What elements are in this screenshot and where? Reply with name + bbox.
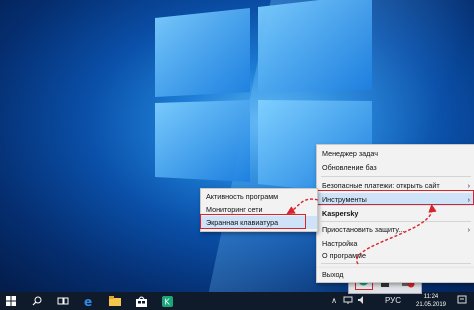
edge-browser-icon[interactable]: e bbox=[78, 292, 100, 310]
highlight-onscreen-keyboard bbox=[200, 214, 306, 229]
menu-item-label: Настройка bbox=[322, 239, 358, 248]
menu-separator bbox=[321, 176, 471, 177]
menu-item-label: Мониторинг сети bbox=[206, 205, 263, 214]
volume-icon[interactable] bbox=[356, 295, 368, 307]
language-indicator[interactable]: РУС bbox=[382, 295, 404, 307]
file-explorer-icon[interactable] bbox=[104, 292, 126, 310]
menu-item-pause-protection[interactable]: Приостановить защиту... › bbox=[317, 223, 474, 236]
menu-item-label: Приостановить защиту... bbox=[322, 225, 405, 234]
menu-item-about[interactable]: О программе bbox=[317, 249, 474, 262]
chevron-up-icon[interactable]: ∧ bbox=[328, 295, 340, 307]
submenu-item-app-activity[interactable]: Активность программ bbox=[201, 190, 317, 203]
search-icon[interactable] bbox=[26, 292, 48, 310]
menu-item-task-manager[interactable]: Менеджер задач bbox=[317, 147, 474, 160]
menu-item-label: Менеджер задач bbox=[322, 149, 378, 158]
menu-item-label: Kaspersky bbox=[322, 209, 359, 218]
menu-separator bbox=[321, 221, 471, 222]
menu-item-label: Обновление баз bbox=[322, 163, 377, 172]
task-view-icon[interactable] bbox=[52, 292, 74, 310]
kaspersky-taskbar-icon[interactable]: K bbox=[156, 292, 178, 310]
svg-text:e: e bbox=[84, 296, 92, 307]
clock-date: 21.05.2019 bbox=[415, 302, 447, 308]
chevron-right-icon: › bbox=[467, 225, 470, 234]
svg-text:K: K bbox=[164, 297, 170, 306]
menu-item-label: Выход bbox=[322, 270, 344, 279]
clock[interactable]: 11:24 21.05.2019 bbox=[414, 293, 448, 309]
taskbar: e K ∧ РУС 11:24 21.05.2019 bbox=[0, 292, 474, 310]
store-icon[interactable] bbox=[130, 292, 152, 310]
highlight-tools bbox=[316, 190, 474, 205]
clock-time: 11:24 bbox=[423, 294, 439, 300]
menu-item-label: Безопасные платежи: открыть сайт bbox=[322, 181, 440, 190]
kaspersky-context-menu-exit-row: Выход bbox=[316, 268, 474, 283]
notifications-icon[interactable] bbox=[456, 295, 468, 307]
kaspersky-context-menu: Менеджер задач Обновление баз Безопасные… bbox=[316, 144, 474, 270]
network-icon[interactable] bbox=[342, 295, 354, 307]
windows-start-icon[interactable] bbox=[0, 292, 22, 310]
menu-item-label: О программе bbox=[322, 251, 366, 260]
menu-item-exit[interactable]: Выход bbox=[317, 268, 474, 281]
menu-item-update-databases[interactable]: Обновление баз bbox=[317, 161, 474, 174]
menu-item-kaspersky[interactable]: Kaspersky bbox=[317, 207, 474, 220]
menu-separator bbox=[321, 263, 471, 264]
menu-item-label: Активность программ bbox=[206, 192, 279, 201]
